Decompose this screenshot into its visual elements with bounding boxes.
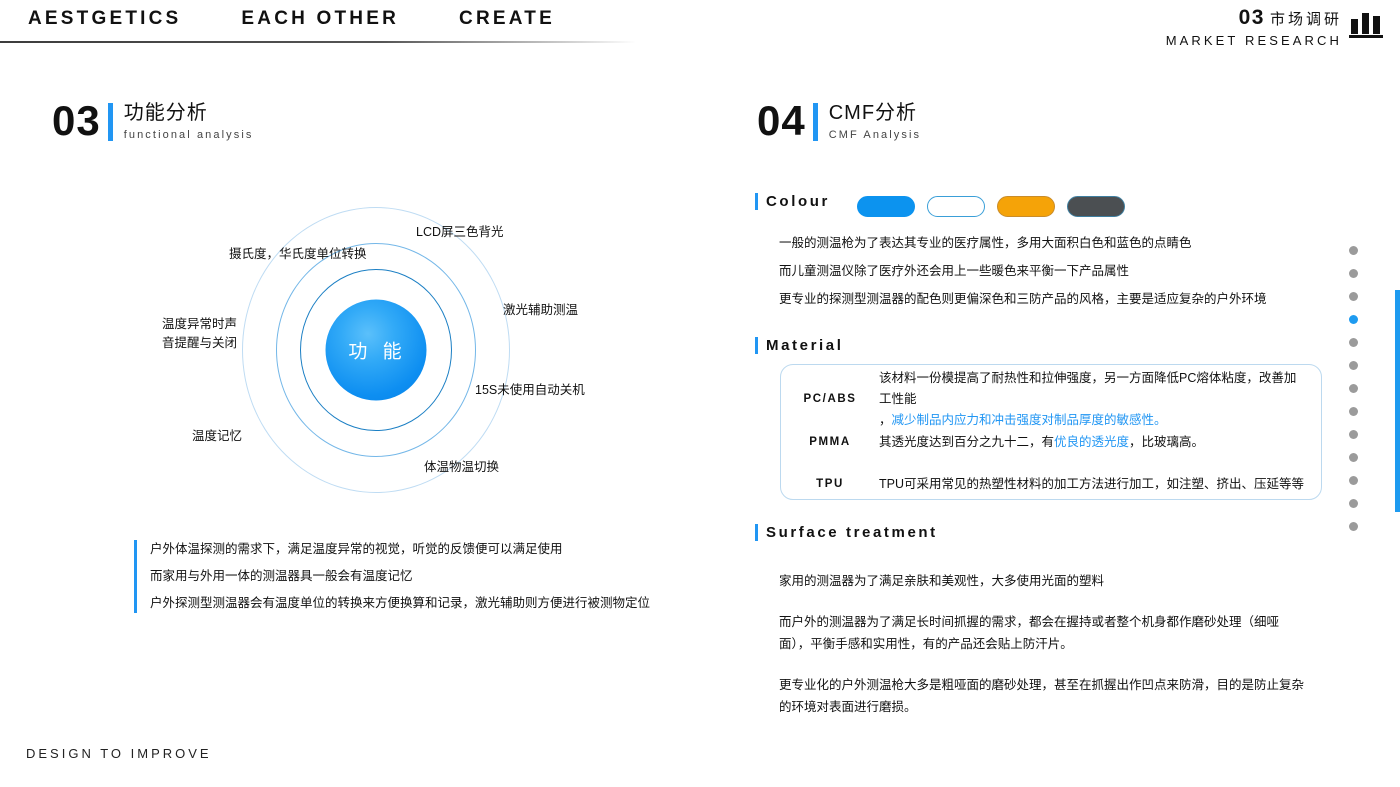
section-accent-bar	[812, 103, 818, 141]
dark-gray-swatch[interactable]	[1067, 196, 1125, 217]
slide-dot-4[interactable]	[1349, 315, 1358, 324]
orange-swatch[interactable]	[997, 196, 1055, 217]
functional-analysis-note: 户外体温探测的需求下，满足温度异常的视觉，听觉的反馈便可以满足使用 而家用与外用…	[134, 540, 660, 613]
slide-dot-8[interactable]	[1349, 407, 1358, 416]
vertical-scrollbar[interactable]	[1395, 290, 1400, 512]
blue-swatch[interactable]	[857, 196, 915, 217]
diagram-label-unit-conversion: 摄氏度，华氏度单位转换	[229, 247, 367, 261]
section-number-04: 04	[757, 97, 806, 144]
slide-navigation-dots[interactable]	[1349, 246, 1358, 531]
brand-english-title: MARKET RESEARCH	[1165, 33, 1342, 48]
section-number-03: 03	[52, 97, 101, 144]
header-nav: AESTGETICS EACH OTHER CREATE	[28, 8, 555, 30]
subsection-accent-bar	[755, 524, 758, 541]
section-accent-bar	[107, 103, 113, 141]
slide-dot-2[interactable]	[1349, 269, 1358, 278]
subsection-title-colour: Colour	[766, 193, 830, 210]
slide-dot-12[interactable]	[1349, 499, 1358, 508]
material-text-pcabs-line1: 该材料一份模提高了耐热性和拉伸强度，另一方面降低PC熔体粘度，改善加工性能	[879, 370, 1297, 406]
surface-paragraph-1: 家用的测温器为了满足亲肤和美观性，大多使用光面的塑料	[779, 574, 1105, 588]
slide-dot-9[interactable]	[1349, 430, 1358, 439]
diagram-label-auto-shutdown: 15S未使用自动关机	[475, 383, 585, 397]
material-value-pmma: 其透光度达到百分之九十二，有优良的透光度，比玻璃高。	[879, 432, 1220, 453]
material-text-pcabs-prefix: ，	[879, 412, 892, 427]
slide-dot-7[interactable]	[1349, 384, 1358, 393]
slide-dot-10[interactable]	[1349, 453, 1358, 462]
material-highlight-pmma: 优良的透光度	[1054, 434, 1130, 449]
subsection-title-material: Material	[766, 337, 844, 354]
slide-dot-1[interactable]	[1349, 246, 1358, 255]
section-heading-functional-analysis: 03 功能分析 functional analysis	[52, 97, 254, 144]
section-title-en: CMF Analysis	[828, 129, 922, 141]
slide-dot-11[interactable]	[1349, 476, 1358, 485]
diagram-label-lcd-backlight: LCD屏三色背光	[416, 225, 504, 239]
surface-treatment-body: 家用的测温器为了满足亲肤和美观性，大多使用光面的塑料 而户外的测温器为了满足长时…	[779, 570, 1309, 718]
nav-word-create[interactable]: CREATE	[459, 8, 555, 30]
brand-chinese-title: 03 市场调研	[1166, 6, 1342, 30]
slide-dot-13[interactable]	[1349, 522, 1358, 531]
material-key-tpu: TPU	[816, 478, 844, 490]
subsection-accent-bar	[755, 193, 758, 210]
diagram-label-body-object-switch: 体温物温切换	[424, 460, 500, 474]
white-swatch[interactable]	[927, 196, 985, 217]
subsection-accent-bar	[755, 337, 758, 354]
subsection-heading-surface-treatment: Surface treatment	[755, 524, 938, 541]
colour-line-2: 而儿童测温仪除了医疗外还会用上一些暖色来平衡一下产品属性	[779, 264, 1130, 278]
header-divider-rule	[0, 41, 636, 43]
material-row-tpu: TPU TPU可采用常见的热塑性材料的加工方法进行加工，如注塑、挤出、压延等等	[781, 467, 1321, 501]
note-line-1: 户外体温探测的需求下，满足温度异常的视觉，听觉的反馈便可以满足使用	[150, 542, 563, 556]
material-text-pmma-a: 其透光度达到百分之九十二，有	[879, 434, 1055, 449]
footer-tagline: DESIGN TO IMPROVE	[26, 746, 212, 761]
diagram-label-temp-memory: 温度记忆	[192, 429, 243, 443]
colour-line-3: 更专业的探测型测温器的配色则更偏深色和三防产品的风格，主要是适应复杂的户外环境	[779, 292, 1267, 306]
note-line-3: 户外探测型测温器会有温度单位的转换来方便换算和记录，激光辅助则方便进行被测物定位	[150, 596, 651, 610]
material-text-pmma-b: ，比玻璃高。	[1129, 434, 1205, 449]
subsection-heading-colour: Colour	[755, 193, 830, 210]
section-title-cn: 功能分析	[123, 102, 208, 124]
brand-number: 03	[1238, 6, 1265, 29]
surface-paragraph-2: 而户外的测温器为了满足长时间抓握的需求，都会在握持或者整个机身都作磨砂处理（细哑…	[779, 615, 1280, 651]
nav-word-each-other[interactable]: EACH OTHER	[241, 8, 399, 30]
material-value-pcabs: 该材料一份模提高了耐热性和拉伸强度，另一方面降低PC熔体粘度，改善加工性能 ，减…	[879, 368, 1321, 431]
nav-word-aestgetics[interactable]: AESTGETICS	[28, 8, 181, 30]
slide-dot-3[interactable]	[1349, 292, 1358, 301]
section-heading-cmf-analysis: 04 CMF分析 CMF Analysis	[757, 97, 922, 144]
slide-dot-6[interactable]	[1349, 361, 1358, 370]
material-highlight-pcabs: 减少制品内应力和冲击强度对制品厚度的敏感性。	[891, 412, 1167, 427]
diagram-label-abnormal-alert-line1: 温度异常时声	[162, 317, 238, 331]
diagram-core-label: 功 能	[348, 341, 407, 363]
material-row-pcabs: PC/ABS 该材料一份模提高了耐热性和拉伸强度，另一方面降低PC熔体粘度，改善…	[781, 371, 1321, 427]
material-key-pcabs: PC/ABS	[803, 393, 857, 405]
diagram-core-circle: 功 能	[325, 299, 426, 401]
surface-paragraph-3: 更专业化的户外测温枪大多是粗哑面的磨砂处理，甚至在抓握出作凹点来防滑，目的是防止…	[779, 678, 1305, 714]
diagram-label-laser-assist: 激光辅助测温	[503, 303, 579, 317]
note-line-2: 而家用与外用一体的测温器具一般会有温度记忆	[150, 569, 413, 583]
section-title-cn: CMF分析	[828, 102, 918, 124]
brand-block: 03 市场调研 MARKET RESEARCH	[1166, 6, 1342, 48]
diagram-label-abnormal-alert-line2: 音提醒与关闭	[162, 336, 238, 350]
colour-swatch-row	[857, 196, 1125, 217]
section-title-en: functional analysis	[123, 129, 254, 141]
top-header-bar: AESTGETICS EACH OTHER CREATE 03 市场调研 MARK…	[0, 0, 1400, 52]
colour-description: 一般的测温枪为了表达其专业的医疗属性，多用大面积白色和蓝色的点睛色 而儿童测温仪…	[779, 234, 1319, 309]
material-table: PC/ABS 该材料一份模提高了耐热性和拉伸强度，另一方面降低PC熔体粘度，改善…	[780, 364, 1322, 500]
subsection-title-surface-treatment: Surface treatment	[766, 524, 938, 541]
slide-dot-5[interactable]	[1349, 338, 1358, 347]
subsection-heading-material: Material	[755, 337, 844, 354]
bar-chart-icon	[1349, 13, 1383, 38]
material-key-pmma: PMMA	[809, 436, 851, 448]
brand-cn-text: 市场调研	[1269, 11, 1342, 28]
material-value-tpu: TPU可采用常见的热塑性材料的加工方法进行加工，如注塑、挤出、压延等等	[879, 476, 1305, 491]
colour-line-1: 一般的测温枪为了表达其专业的医疗属性，多用大面积白色和蓝色的点睛色	[779, 236, 1192, 250]
